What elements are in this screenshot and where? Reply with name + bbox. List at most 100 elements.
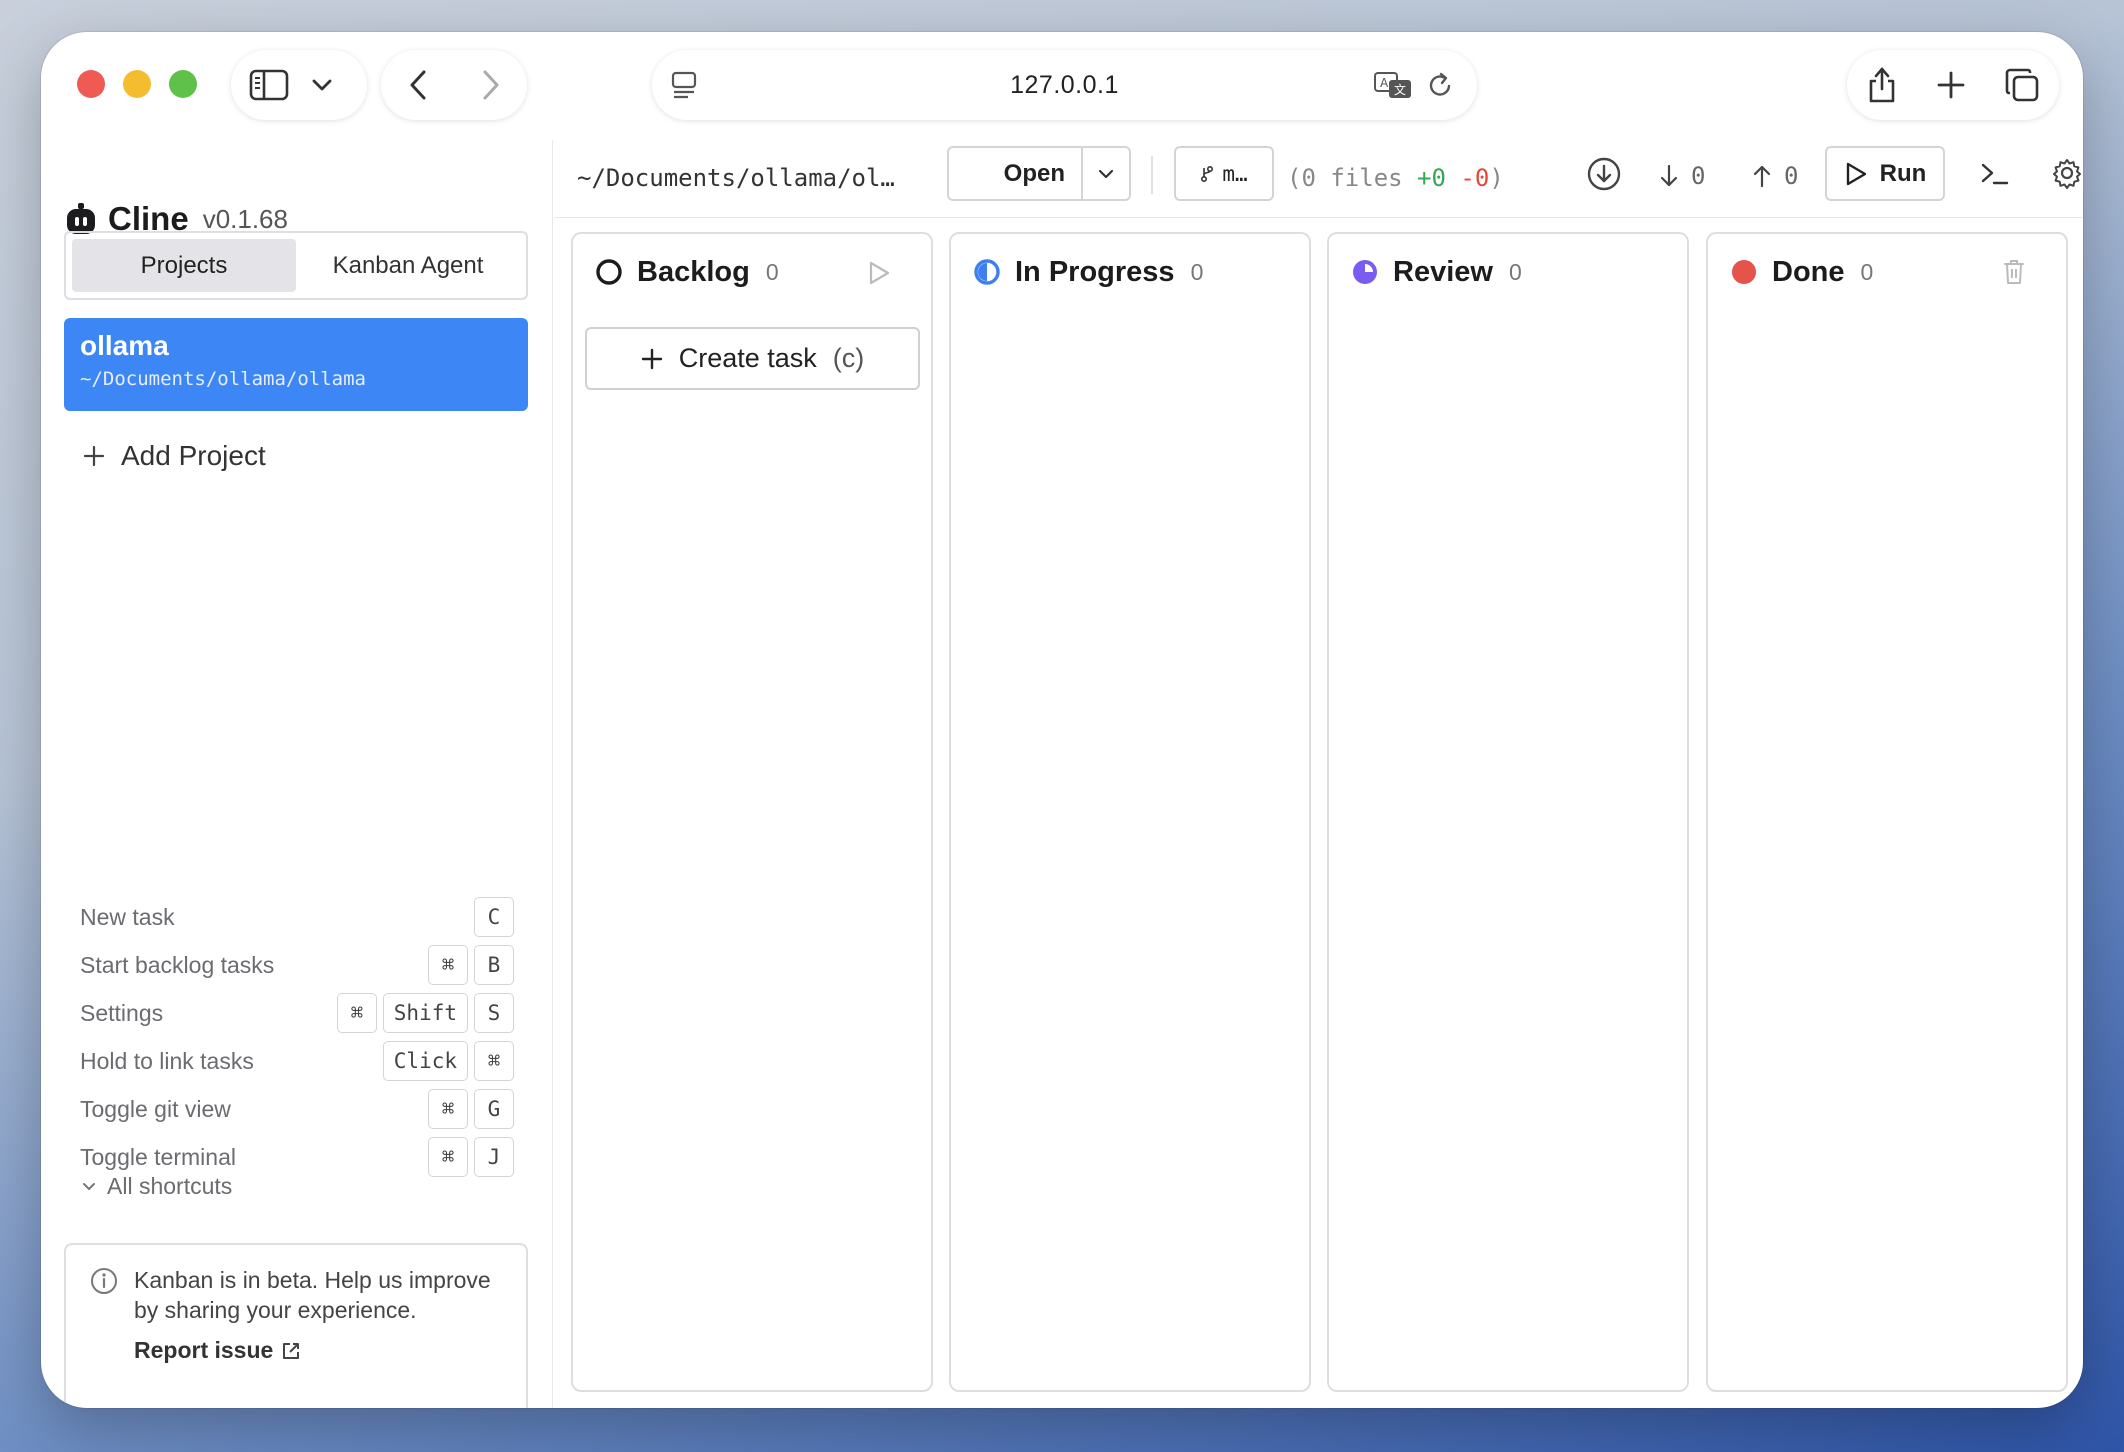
open-menu-chevron[interactable] [1081,148,1129,199]
shortcut-key: G [474,1089,514,1129]
diff-removed: -0 [1460,164,1490,192]
shortcut-key: Click [382,1041,468,1081]
browser-window: 127.0.0.1 A文 Cline v0.1.68 Projects Kanb… [41,32,2083,1408]
column-title: Backlog [637,255,750,288]
trash-icon[interactable] [2002,258,2026,286]
column-in-progress: In Progress 0 [949,232,1311,1392]
add-project-label: Add Project [121,440,266,471]
shortcut-row: Settings ⌘ Shift S [80,989,514,1037]
chevron-down-icon [81,1181,97,1193]
page-menu-icon[interactable] [670,70,698,100]
start-backlog-play-icon[interactable] [867,260,891,286]
create-task-button[interactable]: Create task (c) [585,327,920,390]
reload-icon[interactable] [1427,70,1455,100]
diff-prefix: (0 files [1287,164,1418,192]
diff-suffix: ) [1489,164,1504,192]
report-issue-label: Report issue [134,1337,274,1363]
fetch-icon[interactable] [1586,156,1622,192]
shortcut-key: ⌘ [336,993,377,1033]
tab-kanban-agent[interactable]: Kanban Agent [296,239,520,292]
diff-summary: (0 files +0 -0) [1287,164,1504,192]
run-label: Run [1879,159,1927,187]
tab-projects[interactable]: Projects [72,239,296,292]
close-window-button[interactable] [77,70,105,98]
shortcut-label: Settings [80,999,164,1026]
shortcut-label: New task [80,903,175,930]
shortcut-row: Start backlog tasks ⌘ B [80,941,514,989]
diff-added: +0 [1417,164,1446,192]
review-status-icon [1351,258,1379,286]
shortcut-key: ⌘ [428,1137,468,1177]
toolbar: ~/Documents/ollama/ol… Open m… (0 files … [554,140,2083,218]
column-title: In Progress [1015,255,1175,288]
plus-icon [83,445,105,467]
shortcut-key: ⌘ [428,1089,468,1129]
column-title: Done [1772,255,1845,288]
gear-icon[interactable] [2051,157,2083,189]
push-count-value: 0 [1784,162,1799,190]
column-title: Review [1393,255,1493,288]
share-icon[interactable] [1866,66,1898,104]
project-item-ollama[interactable]: ollama ~/Documents/ollama/ollama [64,318,528,411]
done-status-icon [1730,258,1758,286]
new-tab-icon[interactable] [1936,70,1966,100]
column-count: 0 [1860,258,1874,285]
column-count: 0 [1508,258,1522,285]
column-done: Done 0 [1706,232,2068,1392]
branch-label: m… [1222,161,1248,186]
shortcut-key: C [474,897,514,937]
sidebar: Cline v0.1.68 Projects Kanban Agent olla… [41,140,553,1408]
sidebar-icon[interactable] [249,69,289,101]
translate-icon[interactable]: A文 [1373,70,1413,100]
shortcut-key: B [474,945,514,985]
sidebar-toggle-group [231,50,367,120]
open-button[interactable]: Open [947,146,1131,201]
chevron-down-icon[interactable] [311,78,333,92]
add-project-button[interactable]: Add Project [83,440,266,472]
svg-text:A: A [1380,76,1389,90]
shortcut-key: S [474,993,514,1033]
create-task-shortcut: (c) [832,343,865,373]
shortcut-label: Start backlog tasks [80,951,275,978]
terminal-icon[interactable] [1979,160,2011,188]
branch-selector[interactable]: m… [1174,146,1274,201]
pull-count-value: 0 [1691,162,1706,190]
beta-notice: Kanban is in beta. Help us improve by sh… [64,1243,528,1408]
zoom-window-button[interactable] [169,70,197,98]
run-button[interactable]: Run [1825,146,1945,201]
all-shortcuts-label: All shortcuts [107,1173,233,1199]
shortcut-key: Shift [382,993,468,1033]
git-branch-icon [1200,165,1214,183]
shortcut-key: J [474,1137,514,1177]
svg-text:文: 文 [1394,82,1406,97]
shortcut-key: ⌘ [474,1041,514,1081]
column-review: Review 0 [1327,232,1689,1392]
column-count: 0 [765,258,779,285]
plus-icon [641,348,663,370]
minimize-window-button[interactable] [123,70,151,98]
all-shortcuts-toggle[interactable]: All shortcuts [81,1173,232,1200]
create-task-label: Create task [678,343,817,373]
shortcut-label: Toggle terminal [80,1143,236,1170]
project-name: ollama [80,330,169,361]
sidebar-tabs: Projects Kanban Agent [64,231,528,300]
toolbar-divider [1151,156,1153,194]
url-text[interactable]: 127.0.0.1 [1010,71,1119,100]
project-path-breadcrumb: ~/Documents/ollama/ol… [577,164,895,192]
navigation-group [381,50,527,120]
shortcut-key: ⌘ [428,945,468,985]
push-count[interactable]: 0 [1752,162,1798,190]
back-icon[interactable] [408,69,428,101]
pull-count[interactable]: 0 [1659,162,1705,190]
external-link-icon [281,1341,301,1361]
tab-overview-icon[interactable] [2004,67,2040,103]
shortcut-label: Hold to link tasks [80,1047,254,1074]
info-icon [90,1267,118,1295]
report-issue-link[interactable]: Report issue [134,1337,502,1364]
column-count: 0 [1190,258,1204,285]
arrow-up-icon [1752,163,1772,189]
brand-version: v0.1.68 [202,203,288,234]
shortcut-row: Toggle git view ⌘ G [80,1085,514,1133]
address-bar[interactable]: 127.0.0.1 A文 [652,50,1477,120]
forward-icon[interactable] [481,69,501,101]
